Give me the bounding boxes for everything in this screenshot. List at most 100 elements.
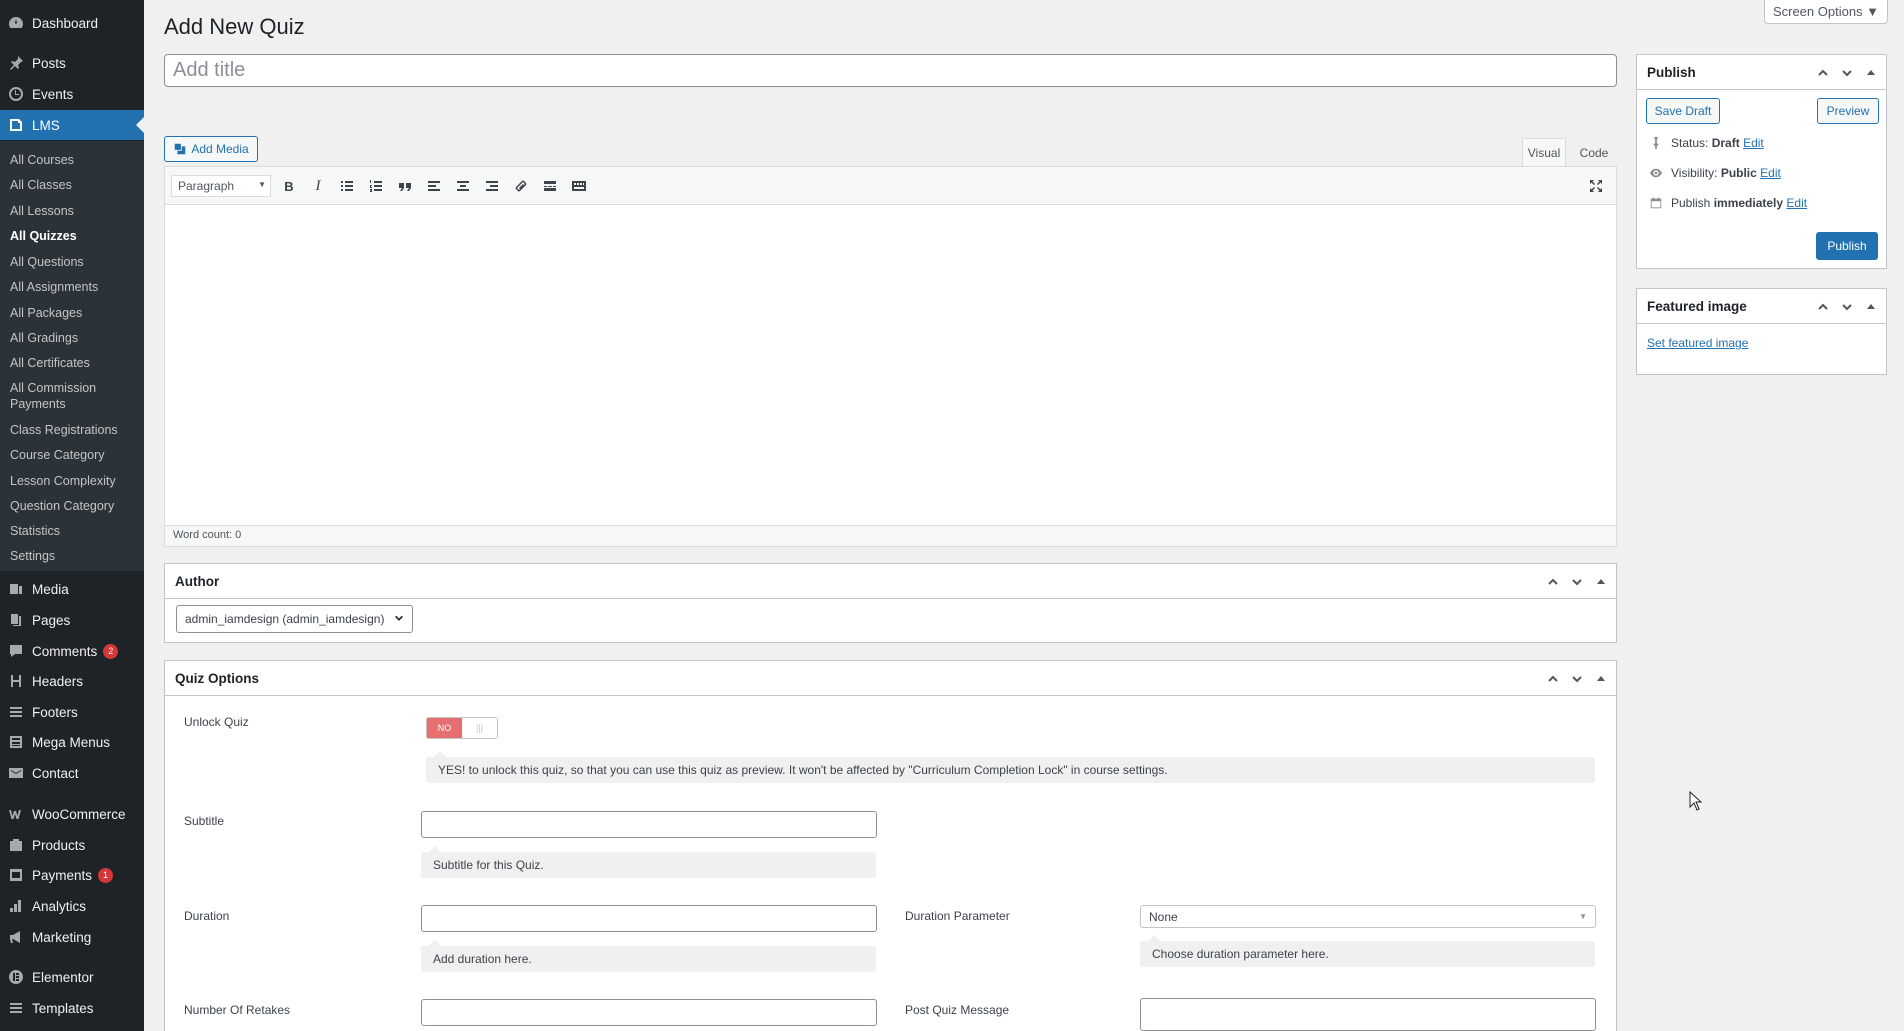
- move-down-icon[interactable]: [1838, 298, 1856, 316]
- menu-events[interactable]: Events: [0, 79, 144, 109]
- move-up-icon[interactable]: [1544, 573, 1562, 591]
- author-box-header: Author: [165, 564, 1616, 599]
- tab-visual[interactable]: Visual: [1522, 138, 1566, 167]
- collapse-toggle-icon[interactable]: [1592, 573, 1610, 591]
- align-right-icon[interactable]: [482, 176, 502, 196]
- content-editor[interactable]: Paragraph ▼ B I Word count: 0: [164, 166, 1617, 547]
- templates-icon: [0, 1000, 32, 1016]
- menu-templates[interactable]: Templates: [0, 993, 144, 1023]
- subtitle-label: Subtitle: [184, 814, 225, 828]
- numbered-list-icon[interactable]: [366, 176, 386, 196]
- italic-icon[interactable]: I: [308, 176, 328, 196]
- status-value: Draft: [1711, 136, 1740, 150]
- collapse-toggle-icon[interactable]: [1862, 298, 1880, 316]
- menu-contact[interactable]: Contact: [0, 758, 144, 788]
- move-down-icon[interactable]: [1568, 573, 1586, 591]
- duration-label: Duration: [184, 909, 230, 923]
- schedule-edit-link[interactable]: Edit: [1786, 196, 1807, 210]
- submenu-all-courses[interactable]: All Courses: [10, 152, 140, 168]
- duration-input[interactable]: [421, 905, 877, 932]
- collapse-toggle-icon[interactable]: [1592, 670, 1610, 688]
- fullscreen-icon[interactable]: [1586, 176, 1606, 196]
- submenu-all-gradings[interactable]: All Gradings: [10, 330, 140, 346]
- visibility-label: Visibility:: [1671, 166, 1718, 180]
- submenu-lesson-complexity[interactable]: Lesson Complexity: [10, 473, 140, 489]
- publish-button[interactable]: Publish: [1816, 232, 1878, 260]
- submenu-question-category[interactable]: Question Category: [10, 498, 140, 514]
- move-up-icon[interactable]: [1814, 64, 1832, 82]
- add-media-button[interactable]: Add Media: [164, 136, 258, 162]
- menu-pages[interactable]: Pages: [0, 605, 144, 635]
- title-input[interactable]: Add title: [164, 54, 1617, 87]
- collapse-toggle-icon[interactable]: [1862, 64, 1880, 82]
- move-up-icon[interactable]: [1814, 298, 1832, 316]
- submenu-course-category[interactable]: Course Category: [10, 447, 140, 463]
- menu-pages-label: Pages: [32, 612, 71, 628]
- menu-woocommerce[interactable]: WooCommerce: [0, 799, 144, 829]
- quiz-options-title: Quiz Options: [175, 670, 259, 686]
- move-down-icon[interactable]: [1568, 670, 1586, 688]
- marketing-icon: [0, 929, 32, 945]
- post-quiz-message-input[interactable]: [1140, 998, 1596, 1031]
- tab-code[interactable]: Code: [1571, 138, 1617, 167]
- unlock-quiz-hint: YES! to unlock this quiz, so that you ca…: [426, 751, 1595, 783]
- submenu-statistics[interactable]: Statistics: [10, 523, 140, 539]
- menu-dashboard[interactable]: Dashboard: [0, 8, 144, 38]
- menu-payments[interactable]: Payments 1: [0, 860, 144, 890]
- submenu-all-classes[interactable]: All Classes: [10, 177, 140, 193]
- menu-media[interactable]: Media: [0, 574, 144, 604]
- link-icon[interactable]: [511, 176, 531, 196]
- align-center-icon[interactable]: [453, 176, 473, 196]
- submenu-settings[interactable]: Settings: [10, 548, 140, 564]
- status-row: Status: Draft Edit: [1649, 136, 1764, 150]
- submenu-all-questions[interactable]: All Questions: [10, 254, 140, 270]
- preview-button[interactable]: Preview: [1817, 98, 1879, 124]
- status-edit-link[interactable]: Edit: [1743, 136, 1764, 150]
- menu-headers[interactable]: Headers: [0, 666, 144, 696]
- menu-lms[interactable]: LMS: [0, 110, 144, 140]
- retakes-label: Number Of Retakes: [184, 1003, 291, 1017]
- bullet-list-icon[interactable]: [337, 176, 357, 196]
- menu-posts[interactable]: Posts: [0, 48, 144, 78]
- calendar-icon: [1649, 196, 1663, 210]
- unlock-quiz-toggle[interactable]: NO |||: [426, 717, 498, 739]
- set-featured-image-link[interactable]: Set featured image: [1647, 336, 1748, 350]
- unlock-quiz-label: Unlock Quiz: [184, 715, 249, 729]
- comments-count-badge: 2: [103, 643, 119, 659]
- subtitle-input[interactable]: [421, 811, 877, 838]
- save-draft-button[interactable]: Save Draft: [1646, 98, 1720, 124]
- publish-schedule-value: immediately: [1713, 196, 1784, 210]
- retakes-input[interactable]: [421, 999, 877, 1026]
- submenu-all-packages[interactable]: All Packages: [10, 305, 140, 321]
- bold-icon[interactable]: B: [279, 176, 299, 196]
- submenu-all-commission-payments[interactable]: All Commission Payments: [10, 380, 100, 412]
- menu-analytics[interactable]: Analytics: [0, 891, 144, 921]
- submenu-all-certificates[interactable]: All Certificates: [10, 355, 140, 371]
- mail-icon: [0, 765, 32, 781]
- menu-comments[interactable]: Comments 2: [0, 636, 144, 666]
- menu-mega-menus[interactable]: Mega Menus: [0, 727, 144, 757]
- submenu-class-registrations[interactable]: Class Registrations: [10, 422, 140, 438]
- blockquote-icon[interactable]: [395, 176, 415, 196]
- submenu-all-quizzes[interactable]: All Quizzes: [10, 228, 140, 244]
- menu-footers[interactable]: Footers: [0, 697, 144, 727]
- menu-marketing[interactable]: Marketing: [0, 922, 144, 952]
- menu-elementor[interactable]: Elementor: [0, 962, 144, 992]
- format-select[interactable]: Paragraph ▼: [171, 175, 271, 197]
- page-title: Add New Quiz: [164, 14, 305, 39]
- read-more-icon[interactable]: [540, 176, 560, 196]
- duration-parameter-value: None: [1149, 909, 1178, 924]
- payments-icon: [0, 867, 32, 883]
- toolbar-toggle-icon[interactable]: [569, 176, 589, 196]
- featured-image-title: Featured image: [1647, 298, 1747, 314]
- align-left-icon[interactable]: [424, 176, 444, 196]
- move-down-icon[interactable]: [1838, 64, 1856, 82]
- visibility-edit-link[interactable]: Edit: [1760, 166, 1781, 180]
- move-up-icon[interactable]: [1544, 670, 1562, 688]
- submenu-all-lessons[interactable]: All Lessons: [10, 203, 140, 219]
- screen-options-button[interactable]: Screen Options ▼: [1764, 0, 1888, 24]
- submenu-all-assignments[interactable]: All Assignments: [10, 279, 140, 295]
- author-select[interactable]: admin_iamdesign (admin_iamdesign): [176, 605, 413, 633]
- menu-products[interactable]: Products: [0, 830, 144, 860]
- duration-parameter-select[interactable]: None ▼: [1140, 905, 1596, 928]
